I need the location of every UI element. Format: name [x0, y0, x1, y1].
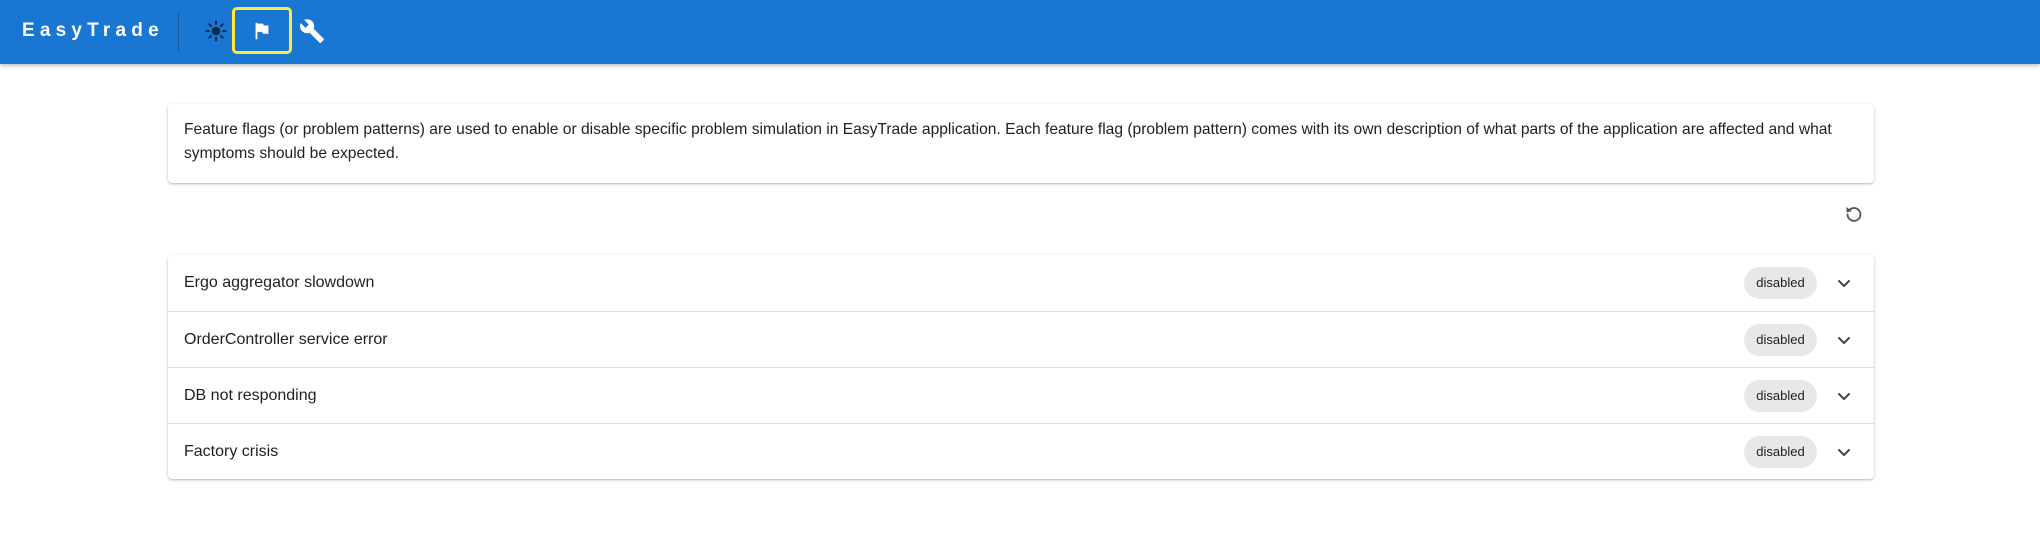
- status-badge: disabled: [1744, 267, 1817, 299]
- chevron-down-icon[interactable]: [1832, 271, 1856, 295]
- feature-flag-row[interactable]: DB not responding disabled: [168, 367, 1874, 423]
- feature-flag-name: DB not responding: [184, 387, 317, 404]
- theme-toggle-button[interactable]: [196, 11, 236, 51]
- chevron-down-icon[interactable]: [1832, 384, 1856, 408]
- brand-divider: [178, 12, 179, 52]
- refresh-button[interactable]: [1836, 198, 1872, 234]
- app-brand[interactable]: EasyTrade: [22, 19, 164, 43]
- feature-flag-row[interactable]: OrderController service error disabled: [168, 311, 1874, 367]
- feature-flag-row[interactable]: Factory crisis disabled: [168, 423, 1874, 479]
- feature-flags-description-card: Feature flags (or problem patterns) are …: [168, 104, 1874, 183]
- feature-flag-name: Ergo aggregator slowdown: [184, 274, 375, 291]
- feature-flag-list: Ergo aggregator slowdown disabled OrderC…: [168, 255, 1874, 479]
- wrench-icon: [299, 18, 325, 44]
- feature-flag-name: OrderController service error: [184, 331, 388, 348]
- feature-flag-row[interactable]: Ergo aggregator slowdown disabled: [168, 255, 1874, 311]
- feature-flag-name: Factory crisis: [184, 443, 279, 460]
- settings-nav-button[interactable]: [292, 11, 332, 51]
- refresh-icon: [1843, 203, 1865, 230]
- flag-icon: [251, 20, 273, 42]
- feature-flags-nav-button[interactable]: [232, 7, 292, 54]
- sun-icon: [204, 19, 228, 43]
- feature-flags-description: Feature flags (or problem patterns) are …: [184, 121, 1832, 162]
- app-bar: EasyTrade: [0, 0, 2040, 64]
- status-badge: disabled: [1744, 380, 1817, 412]
- status-badge: disabled: [1744, 436, 1817, 468]
- chevron-down-icon[interactable]: [1832, 440, 1856, 464]
- chevron-down-icon[interactable]: [1832, 328, 1856, 352]
- status-badge: disabled: [1744, 324, 1817, 356]
